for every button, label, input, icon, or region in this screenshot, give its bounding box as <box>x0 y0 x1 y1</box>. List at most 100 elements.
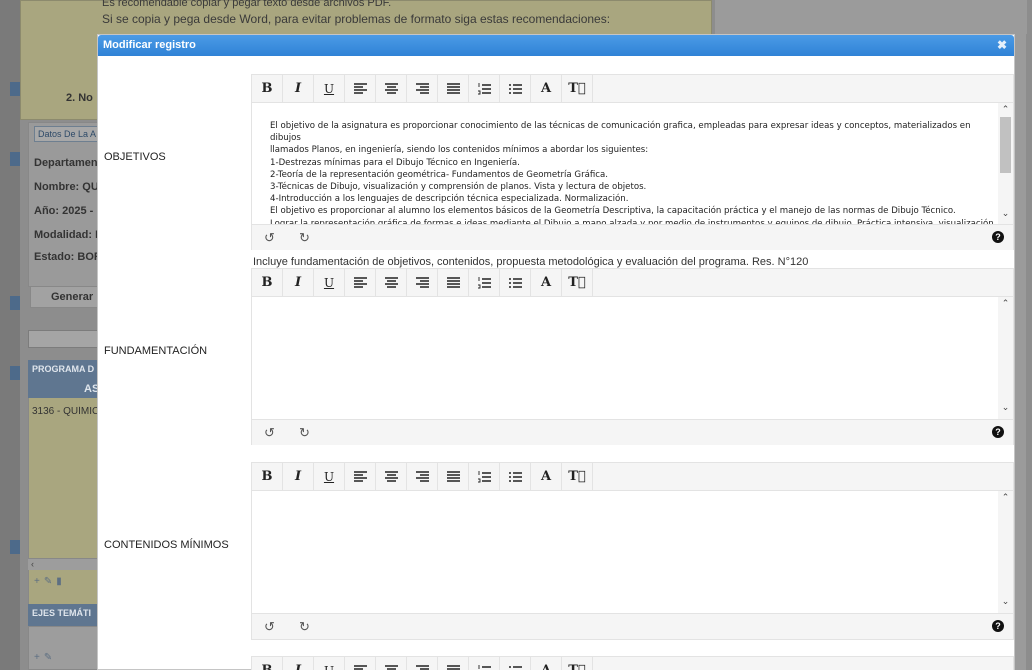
undo-icon[interactable]: ↺ <box>264 425 275 441</box>
departamento-line: Departament <box>34 157 98 169</box>
help-icon[interactable]: ? <box>992 620 1004 632</box>
bold-button[interactable]: B <box>252 75 283 103</box>
objetivos-content: El objetivo de la asignatura es proporci… <box>270 120 998 225</box>
align-center-button[interactable] <box>376 657 407 670</box>
align-center-button[interactable] <box>376 463 407 491</box>
bold-button[interactable]: B <box>252 269 283 297</box>
italic-button[interactable]: I <box>283 269 314 297</box>
contenidos-minimos-footer: ↺ ↻? <box>252 613 1013 639</box>
underline-button[interactable]: U <box>314 463 345 491</box>
align-left-button[interactable] <box>345 657 376 670</box>
unordered-list-button[interactable] <box>500 657 531 670</box>
strip-marker <box>10 82 20 96</box>
add-icon[interactable]: + <box>34 652 44 663</box>
align-right-button[interactable] <box>407 75 438 103</box>
ordered-list-icon <box>478 665 491 669</box>
recommendations-panel-right <box>715 0 1027 34</box>
contenidos-minimos-scrollbar[interactable]: ⌃ ⌄ <box>998 491 1013 613</box>
fundamentacion-scrollbar[interactable]: ⌃ ⌄ <box>998 297 1013 419</box>
programa-item[interactable]: 3136 - QUÍMIC <box>32 406 98 417</box>
unordered-list-button[interactable] <box>500 463 531 491</box>
next-editor-toolbar: BIU AT⃓ <box>252 657 1013 670</box>
page-scrollbar[interactable] <box>1014 34 1026 670</box>
underline-button[interactable]: U <box>314 657 345 670</box>
datos-box-title[interactable]: Datos De La A <box>34 126 98 142</box>
objetivos-line: 3-Técnicas de Dibujo, visualización y co… <box>270 182 647 193</box>
fundamentacion-toolbar: B I U A T⃓ <box>252 269 1013 297</box>
ordered-list-button[interactable] <box>469 269 500 297</box>
scroll-up-icon[interactable]: ⌃ <box>998 491 1013 503</box>
italic-button[interactable]: I <box>283 75 314 103</box>
align-left-button[interactable] <box>345 269 376 297</box>
align-left-button[interactable] <box>345 463 376 491</box>
dialog-header: Modificar registro ✖ <box>98 35 1014 56</box>
scroll-left-icon[interactable]: ‹ <box>31 559 34 569</box>
ordered-list-button[interactable] <box>469 75 500 103</box>
underline-button[interactable]: U <box>314 269 345 297</box>
anio-line: Año: 2025 - <box>34 205 94 217</box>
font-color-button[interactable]: A <box>531 75 562 103</box>
objetivos-textarea[interactable]: El objetivo de la asignatura es proporci… <box>252 103 1013 225</box>
objetivos-editor: B I U A T⃓ El objetivo de la asignatura es p… <box>251 74 1014 250</box>
scroll-thumb[interactable] <box>1000 117 1011 173</box>
ordered-list-button[interactable] <box>469 657 500 670</box>
contenidos-minimos-textarea[interactable] <box>252 491 1013 613</box>
help-icon[interactable]: ? <box>992 426 1004 438</box>
align-center-button[interactable] <box>376 75 407 103</box>
italic-button[interactable]: I <box>283 463 314 491</box>
justify-button[interactable] <box>438 463 469 491</box>
clear-format-button[interactable]: T⃓ <box>562 657 593 670</box>
align-center-button[interactable] <box>376 269 407 297</box>
italic-button[interactable]: I <box>283 657 314 670</box>
justify-button[interactable] <box>438 657 469 670</box>
align-left-icon <box>354 471 367 482</box>
undo-icon[interactable]: ↺ <box>264 230 275 246</box>
objetivos-toolbar: B I U A T⃓ <box>252 75 1013 103</box>
clear-format-button[interactable]: T⃓ <box>562 269 593 297</box>
font-color-button[interactable]: A <box>531 657 562 670</box>
font-color-button[interactable]: A <box>531 269 562 297</box>
ordered-list-button[interactable] <box>469 463 500 491</box>
clear-format-button[interactable]: T⃓ <box>562 463 593 491</box>
bold-button[interactable]: B <box>252 463 283 491</box>
clear-format-button[interactable]: T⃓ <box>562 75 593 103</box>
scroll-up-icon[interactable]: ⌃ <box>998 103 1013 115</box>
fundamentacion-textarea[interactable] <box>252 297 1013 419</box>
background-input[interactable] <box>28 330 98 348</box>
align-left-button[interactable] <box>345 75 376 103</box>
scroll-up-icon[interactable]: ⌃ <box>998 297 1013 309</box>
align-right-button[interactable] <box>407 657 438 670</box>
objetivos-line: El objetivo es proporcionar al alumno lo… <box>270 206 956 217</box>
redo-icon[interactable]: ↻ <box>299 230 310 246</box>
add-icon[interactable]: + <box>34 576 44 587</box>
justify-button[interactable] <box>438 75 469 103</box>
strip-marker <box>10 366 20 380</box>
align-right-button[interactable] <box>407 463 438 491</box>
font-color-button[interactable]: A <box>531 463 562 491</box>
generate-button[interactable]: Generar <box>30 286 98 308</box>
align-right-icon <box>416 277 429 288</box>
contenidos-minimos-editor: B I U A T⃓ ⌃ ⌄ ↺ ↻? <box>251 462 1014 640</box>
programa-tools[interactable]: +✎▮ <box>34 576 66 587</box>
scroll-down-icon[interactable]: ⌄ <box>998 401 1013 413</box>
redo-icon[interactable]: ↻ <box>299 425 310 441</box>
edit-icon[interactable]: ✎ <box>44 652 56 663</box>
ejes-tools[interactable]: +✎ <box>34 652 56 663</box>
unordered-list-button[interactable] <box>500 269 531 297</box>
unordered-list-button[interactable] <box>500 75 531 103</box>
redo-icon[interactable]: ↻ <box>299 619 310 635</box>
objetivos-line: El objetivo de la asignatura es proporci… <box>270 121 971 144</box>
bold-button[interactable]: B <box>252 657 283 670</box>
undo-icon[interactable]: ↺ <box>264 619 275 635</box>
delete-icon[interactable]: ▮ <box>56 576 66 587</box>
underline-button[interactable]: U <box>314 75 345 103</box>
programa-scrollbar[interactable]: ‹ <box>28 558 98 570</box>
close-icon[interactable]: ✖ <box>996 39 1008 51</box>
edit-icon[interactable]: ✎ <box>44 576 56 587</box>
justify-button[interactable] <box>438 269 469 297</box>
align-right-button[interactable] <box>407 269 438 297</box>
scroll-down-icon[interactable]: ⌄ <box>998 207 1013 219</box>
objetivos-scrollbar[interactable]: ⌃ ⌄ <box>998 103 1013 225</box>
help-icon[interactable]: ? <box>992 231 1004 243</box>
scroll-down-icon[interactable]: ⌄ <box>998 595 1013 607</box>
